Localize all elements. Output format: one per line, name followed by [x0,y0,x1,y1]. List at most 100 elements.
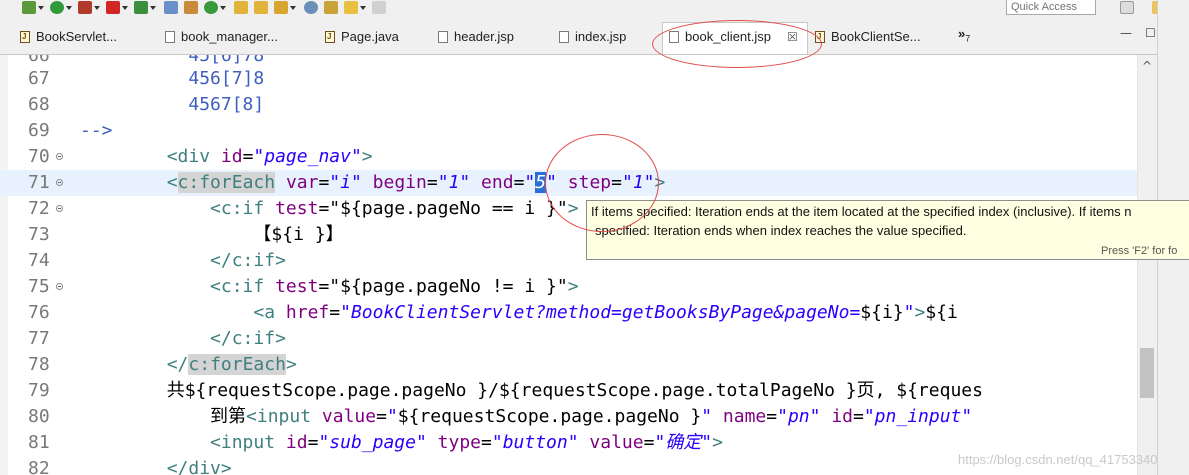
jsp-file-icon [438,31,448,43]
new-class-icon[interactable] [204,1,218,14]
new-project-icon[interactable] [164,1,178,14]
tab-page-java[interactable]: Page.java [325,23,415,51]
tab-label: BookClientSe... [831,29,921,44]
line-number: 69 [28,120,50,141]
line-number: 67 [28,68,50,89]
annotation-circle-tab [652,20,822,68]
line-number: 79 [28,380,50,401]
line-number: 72 [28,198,50,219]
tab-index-jsp[interactable]: index.jsp [559,23,644,51]
open-folder-icon[interactable] [254,1,268,14]
line-number: 71 [28,172,50,193]
line-code: <c:if test="${page.pageNo == i }"> [210,198,579,219]
jsp-file-icon [559,31,569,43]
tab-label: book_manager... [181,29,278,44]
tooltip-focus-hint: Press 'F2' for fo [1101,245,1178,257]
vertical-scrollbar[interactable]: ^ [1137,55,1158,475]
tab-overflow-button[interactable]: »7 [958,26,970,44]
java-file-icon [325,23,335,51]
quick-access-input[interactable] [1006,0,1096,15]
new-package-icon[interactable] [184,1,198,14]
tab-header-jsp[interactable]: header.jsp [438,23,533,51]
hover-tooltip: If items specified: Iteration ends at th… [586,200,1189,260]
watermark: https://blog.csdn.net/qq_41753340 [958,452,1158,467]
line-number: 70 [28,146,50,167]
line-code: </c:forEach> [166,354,297,375]
code-line: 79 共${requestScope.page.pageNo }/${reque… [0,378,1137,404]
annotation-circle-end [545,134,659,232]
code-line: 69 --> [0,118,1137,144]
line-code: <a href="BookClientServlet?method=getBoo… [253,302,958,323]
code-line: 77 </c:if> [0,326,1137,352]
scroll-up-icon[interactable]: ^ [1142,59,1152,73]
tab-label: Page.java [341,29,399,44]
code-line: 78 </c:forEach> [0,352,1137,378]
code-line: 67 456[7]8 [0,66,1137,92]
line-code: 共${requestScope.page.pageNo }/${requestS… [80,380,983,401]
chevron-down-icon[interactable] [360,6,366,10]
open-perspective-icon[interactable] [1120,1,1134,14]
fold-toggle-icon[interactable] [56,179,63,186]
nav-back-icon[interactable] [344,1,358,14]
debug-icon[interactable] [22,1,36,14]
scrollbar-thumb[interactable] [1140,348,1154,398]
fold-toggle-icon[interactable] [56,283,63,290]
hidden-tab-count: 7 [965,33,971,44]
fold-toggle-icon[interactable] [56,205,63,212]
main-toolbar [0,0,1189,19]
chevron-down-icon[interactable] [150,6,156,10]
external-tools-icon[interactable] [78,1,92,14]
line-code: 456[7]8 [80,68,265,89]
chevron-down-icon[interactable] [94,6,100,10]
line-number: 77 [28,328,50,349]
tab-bookclientservlet[interactable]: BookClientSe... [815,23,935,51]
java-file-icon [20,23,30,51]
line-code: 4567[8] [80,94,265,115]
server-icon[interactable] [134,1,148,14]
line-code: <input id="sub_page" type="button" value… [210,432,723,453]
line-number: 80 [28,406,50,427]
code-editor[interactable]: 66 45[6]78 67 456[7]8 68 4567[8] 69 --> … [0,55,1137,475]
minimize-button[interactable]: — [1120,26,1132,40]
chevron-down-icon[interactable] [290,6,296,10]
pencil-icon[interactable] [274,1,288,14]
line-code: <c:if test="${page.pageNo != i }"> [210,276,579,297]
line-code: 【${i }】 [80,224,344,245]
code-line: 75 <c:if test="${page.pageNo != i }"> [0,274,1137,300]
editor-tab-bar: BookServlet... book_manager... Page.java… [0,18,1168,55]
line-number: 73 [28,224,50,245]
chevron-down-icon[interactable] [122,6,128,10]
tab-label: index.jsp [575,29,627,44]
code-line: 80 到第<input value="${requestScope.page.p… [0,404,1137,430]
maximize-button[interactable]: ☐ [1145,26,1156,40]
line-code: </div> [80,458,232,475]
pin-icon[interactable] [324,1,338,14]
tooltip-text: If items specified: Iteration ends at th… [591,204,1132,219]
line-code: --> [80,120,113,141]
chevron-down-icon[interactable] [66,6,72,10]
line-number: 78 [28,354,50,375]
line-number: 74 [28,250,50,271]
open-folder-icon[interactable] [234,1,248,14]
line-number: 82 [28,458,50,475]
line-code: </c:if> [80,250,286,271]
run-icon[interactable] [50,1,64,14]
tab-book-manager[interactable]: book_manager... [165,23,305,51]
chevron-down-icon[interactable] [220,6,226,10]
code-line: 76 <a href="BookClientServlet?method=get… [0,300,1137,326]
tooltip-text: specified: Iteration ends when index rea… [595,223,967,238]
jsp-file-icon [165,31,175,43]
tab-label: BookServlet... [36,29,117,44]
line-code: <div id="page_nav"> [166,146,373,167]
line-code: 到第<input value="${requestScope.page.page… [80,406,973,427]
chevron-down-icon[interactable] [38,6,44,10]
nav-forward-icon[interactable] [372,1,386,14]
line-code: </c:if> [80,328,286,349]
line-number: 76 [28,302,50,323]
tab-label: header.jsp [454,29,514,44]
search-icon[interactable] [304,1,318,14]
code-line: 68 4567[8] [0,92,1137,118]
fold-toggle-icon[interactable] [56,153,63,160]
tab-bookservlet[interactable]: BookServlet... [20,23,150,51]
stop-icon[interactable] [106,1,120,14]
